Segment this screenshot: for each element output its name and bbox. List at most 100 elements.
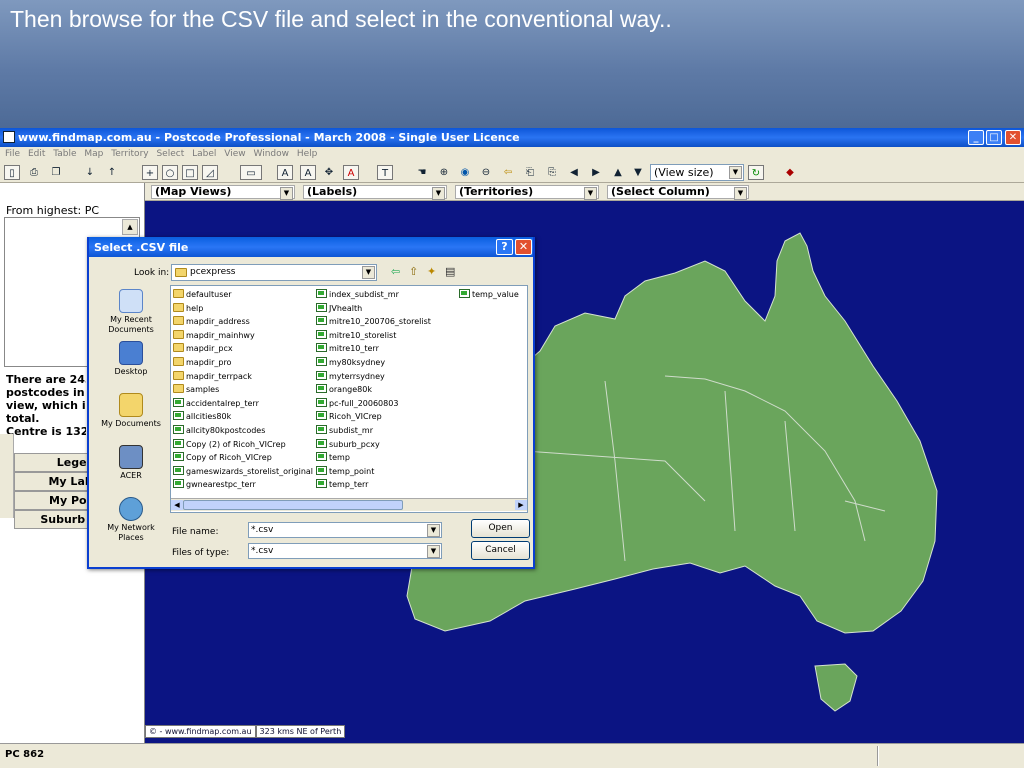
- close-icon[interactable]: ✕: [515, 239, 532, 255]
- polygon-select-icon[interactable]: ◿: [202, 165, 218, 180]
- file-item[interactable]: JVhealth: [316, 302, 362, 315]
- file-item[interactable]: temp_value: [459, 288, 519, 301]
- places-recent[interactable]: My Recent Documents: [99, 289, 163, 335]
- label-icon[interactable]: A: [277, 165, 293, 180]
- file-item[interactable]: mapdir_terrpack: [173, 370, 252, 383]
- chevron-down-icon[interactable]: ▼: [427, 545, 440, 558]
- back-icon[interactable]: ⇦: [500, 165, 516, 180]
- menu-territory[interactable]: Territory: [111, 149, 148, 159]
- panel-scrollbar[interactable]: [0, 434, 14, 518]
- zoom-out-icon[interactable]: ⊖: [478, 165, 494, 180]
- file-item[interactable]: defaultuser: [173, 288, 232, 301]
- file-item[interactable]: suburb_pcxy: [316, 438, 380, 451]
- move-icon[interactable]: ✥: [321, 165, 337, 180]
- file-item[interactable]: myterrsydney: [316, 370, 385, 383]
- places-acer[interactable]: ACER: [99, 445, 163, 481]
- labels-select[interactable]: (Labels) ▼: [303, 185, 447, 200]
- sort-ascending-icon[interactable]: ↓: [82, 165, 98, 180]
- file-list[interactable]: defaultuser help mapdir_address mapdir_main…: [170, 285, 528, 513]
- cancel-button[interactable]: Cancel: [471, 541, 530, 560]
- menu-select[interactable]: Select: [156, 149, 184, 159]
- map-views-select[interactable]: (Map Views) ▼: [151, 185, 295, 200]
- copy-icon[interactable]: ❐: [48, 165, 64, 180]
- file-item[interactable]: mitre10_200706_storelist: [316, 315, 431, 328]
- new-folder-icon[interactable]: ✦: [427, 265, 436, 278]
- scroll-thumb[interactable]: [183, 500, 403, 510]
- delete-label-icon[interactable]: A: [343, 165, 359, 180]
- menu-help[interactable]: Help: [297, 149, 318, 159]
- places-desktop[interactable]: Desktop: [99, 341, 163, 377]
- file-item[interactable]: gwnearestpc_terr: [173, 478, 256, 491]
- chevron-down-icon[interactable]: ▼: [427, 524, 440, 537]
- chevron-down-icon[interactable]: ▼: [729, 166, 742, 179]
- help-icon[interactable]: ?: [496, 239, 513, 255]
- scroll-up-icon[interactable]: ▲: [122, 219, 138, 235]
- file-item[interactable]: temp: [316, 451, 350, 464]
- places-my-documents[interactable]: My Documents: [99, 393, 163, 429]
- open-button[interactable]: Open: [471, 519, 530, 538]
- file-item[interactable]: index_subdist_mr: [316, 288, 399, 301]
- file-item[interactable]: temp_terr: [316, 478, 368, 491]
- menu-file[interactable]: File: [5, 149, 20, 159]
- chevron-down-icon[interactable]: ▼: [432, 187, 445, 200]
- file-item[interactable]: allcity80kpostcodes: [173, 424, 265, 437]
- file-item[interactable]: gameswizards_storelist_original: [173, 465, 313, 478]
- file-list-scrollbar[interactable]: ◀ ▶: [171, 498, 527, 511]
- back-arrow-icon[interactable]: ⇦: [391, 265, 400, 278]
- label-style-icon[interactable]: A: [300, 165, 316, 180]
- zoom-in-icon[interactable]: ⊕: [436, 165, 452, 180]
- chevron-down-icon[interactable]: ▼: [280, 187, 293, 200]
- menu-window[interactable]: Window: [254, 149, 290, 159]
- file-item[interactable]: allcities80k: [173, 410, 231, 423]
- pan-up-icon[interactable]: ▲: [610, 165, 626, 180]
- text-icon[interactable]: T: [377, 165, 393, 180]
- menu-label[interactable]: Label: [192, 149, 216, 159]
- pan-down-icon[interactable]: ▼: [630, 165, 646, 180]
- file-item[interactable]: accidentalrep_terr: [173, 397, 259, 410]
- sort-descending-icon[interactable]: ↑: [104, 165, 120, 180]
- file-type-select[interactable]: *.csv ▼: [248, 543, 442, 559]
- window-titlebar[interactable]: www.findmap.com.au - Postcode Profession…: [0, 128, 1024, 147]
- chevron-down-icon[interactable]: ▼: [584, 187, 597, 200]
- file-item[interactable]: Copy of Ricoh_VICrep: [173, 451, 272, 464]
- close-icon[interactable]: ✕: [1005, 130, 1021, 145]
- view-menu-icon[interactable]: ▤: [445, 265, 455, 278]
- scroll-left-icon[interactable]: ◀: [171, 500, 183, 510]
- view-size-select[interactable]: (View size) ▼: [650, 164, 744, 181]
- file-item[interactable]: samples: [173, 383, 219, 396]
- territories-select[interactable]: (Territories) ▼: [455, 185, 599, 200]
- menu-map[interactable]: Map: [84, 149, 103, 159]
- ruler-icon[interactable]: ▭: [240, 165, 262, 180]
- circle-select-icon[interactable]: ○: [162, 165, 178, 180]
- rect-select-icon[interactable]: □: [182, 165, 198, 180]
- look-in-select[interactable]: pcexpress ▼: [171, 264, 377, 281]
- file-item[interactable]: mitre10_storelist: [316, 329, 396, 342]
- file-item[interactable]: mapdir_pro: [173, 356, 231, 369]
- file-item[interactable]: my80ksydney: [316, 356, 385, 369]
- menu-view[interactable]: View: [224, 149, 245, 159]
- file-item[interactable]: pc-full_20060803: [316, 397, 398, 410]
- pan-right-icon[interactable]: ▶: [588, 165, 604, 180]
- crosshair-icon[interactable]: +: [142, 165, 158, 180]
- hand-icon[interactable]: ☚: [414, 165, 430, 180]
- zoom-globe-icon[interactable]: ◉: [457, 165, 473, 180]
- file-item[interactable]: mapdir_pcx: [173, 342, 233, 355]
- scroll-right-icon[interactable]: ▶: [515, 500, 527, 510]
- file-item[interactable]: subdist_mr: [316, 424, 373, 437]
- chevron-down-icon[interactable]: ▼: [734, 187, 747, 200]
- chevron-down-icon[interactable]: ▼: [362, 266, 375, 279]
- up-folder-icon[interactable]: ⇧: [409, 265, 418, 278]
- file-item[interactable]: mapdir_address: [173, 315, 250, 328]
- refresh-icon[interactable]: ↻: [748, 165, 764, 180]
- file-item[interactable]: Ricoh_VICrep: [316, 410, 382, 423]
- file-item[interactable]: temp_point: [316, 465, 374, 478]
- print-icon[interactable]: ⎙: [26, 165, 42, 180]
- file-item[interactable]: orange80k: [316, 383, 372, 396]
- file-item[interactable]: mapdir_mainhwy: [173, 329, 255, 342]
- book-icon[interactable]: ◆: [782, 165, 798, 180]
- select-column-select[interactable]: (Select Column) ▼: [607, 185, 749, 200]
- dialog-titlebar[interactable]: Select .CSV file ? ✕: [89, 237, 533, 257]
- previous-view-icon[interactable]: ⎗: [522, 165, 538, 180]
- file-item[interactable]: help: [173, 302, 203, 315]
- next-view-icon[interactable]: ⎘: [544, 165, 560, 180]
